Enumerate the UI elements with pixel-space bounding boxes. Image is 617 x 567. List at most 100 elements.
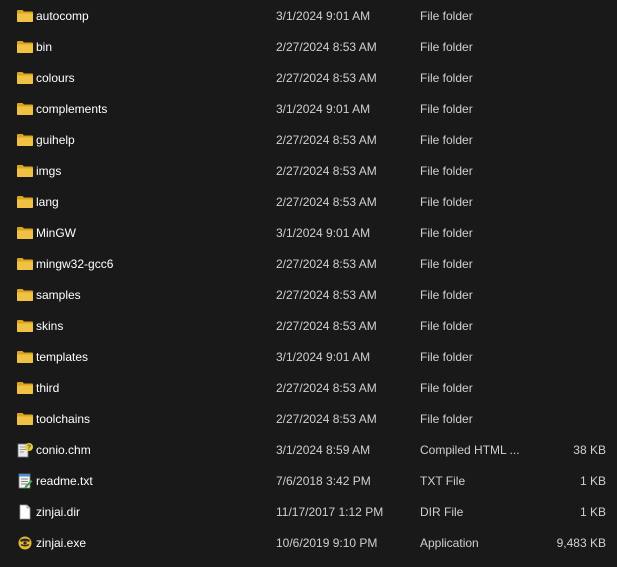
- file-icon-cell: [16, 528, 34, 559]
- file-name: imgs: [36, 164, 62, 178]
- file-type: File folder: [420, 381, 473, 395]
- file-row[interactable]: third 2/27/2024 8:53 AM File folder: [0, 373, 617, 404]
- file-row[interactable]: zinjai.exe 10/6/2019 9:10 PM Application 9,…: [0, 528, 617, 559]
- file-icon-cell: [16, 342, 34, 373]
- folder-icon: [16, 256, 34, 272]
- text-file-icon: [16, 473, 34, 489]
- folder-icon: [16, 70, 34, 86]
- folder-icon: [16, 132, 34, 148]
- file-date-modified: 2/27/2024 8:53 AM: [276, 319, 377, 333]
- file-date-modified: 3/1/2024 9:01 AM: [276, 226, 371, 240]
- file-row[interactable]: imgs 2/27/2024 8:53 AM File folder: [0, 156, 617, 187]
- file-row[interactable]: skins 2/27/2024 8:53 AM File folder: [0, 311, 617, 342]
- file-name: third: [36, 381, 60, 395]
- file-size: [530, 342, 606, 373]
- folder-icon: [16, 380, 34, 396]
- file-type: File folder: [420, 257, 473, 271]
- file-icon-cell: [16, 497, 34, 528]
- file-size: [530, 125, 606, 156]
- file-size: [530, 249, 606, 280]
- file-row[interactable]: templates 3/1/2024 9:01 AM File folder: [0, 342, 617, 373]
- file-date-modified: 2/27/2024 8:53 AM: [276, 381, 377, 395]
- file-name: toolchains: [36, 412, 91, 426]
- file-date-modified: 2/27/2024 8:53 AM: [276, 133, 377, 147]
- file-row[interactable]: colours 2/27/2024 8:53 AM File folder: [0, 63, 617, 94]
- file-size: [530, 156, 606, 187]
- file-icon-cell: [16, 311, 34, 342]
- file-size: [530, 280, 606, 311]
- file-row[interactable]: toolchains 2/27/2024 8:53 AM File folder: [0, 404, 617, 435]
- file-date-modified: 3/1/2024 9:01 AM: [276, 350, 371, 364]
- file-row[interactable]: MinGW 3/1/2024 9:01 AM File folder: [0, 218, 617, 249]
- file-size: [530, 32, 606, 63]
- file-name: conio.chm: [36, 443, 91, 457]
- file-date-modified: 2/27/2024 8:53 AM: [276, 288, 377, 302]
- file-row[interactable]: complements 3/1/2024 9:01 AM File folder: [0, 94, 617, 125]
- file-icon-cell: [16, 280, 34, 311]
- file-icon-cell: [16, 187, 34, 218]
- file-icon-cell: ?: [16, 435, 34, 466]
- file-size: [530, 1, 606, 32]
- file-type: File folder: [420, 288, 473, 302]
- file-type: File folder: [420, 133, 473, 147]
- file-size: [530, 94, 606, 125]
- file-size: 9,483 KB: [556, 536, 606, 550]
- file-type: File folder: [420, 164, 473, 178]
- file-icon-cell: [16, 466, 34, 497]
- file-date-modified: 7/6/2018 3:42 PM: [276, 474, 371, 488]
- file-row[interactable]: readme.txt 7/6/2018 3:42 PM TXT File 1 KB: [0, 466, 617, 497]
- file-icon-cell: [16, 156, 34, 187]
- file-date-modified: 2/27/2024 8:53 AM: [276, 195, 377, 209]
- chm-help-icon: ?: [16, 442, 34, 458]
- file-date-modified: 11/17/2017 1:12 PM: [276, 505, 384, 519]
- folder-icon: [16, 349, 34, 365]
- folder-icon: [16, 318, 34, 334]
- file-row[interactable]: lang 2/27/2024 8:53 AM File folder: [0, 187, 617, 218]
- file-name: colours: [36, 71, 75, 85]
- file-name: autocomp: [36, 9, 89, 23]
- file-name: MinGW: [36, 226, 76, 240]
- folder-icon: [16, 194, 34, 210]
- file-row[interactable]: guihelp 2/27/2024 8:53 AM File folder: [0, 125, 617, 156]
- file-date-modified: 2/27/2024 8:53 AM: [276, 164, 377, 178]
- file-list: autocomp 3/1/2024 9:01 AM File folder bin 2/…: [0, 1, 617, 559]
- file-icon-cell: [16, 249, 34, 280]
- folder-icon: [16, 8, 34, 24]
- file-type: DIR File: [420, 505, 464, 519]
- file-row[interactable]: mingw32-gcc6 2/27/2024 8:53 AM File folder: [0, 249, 617, 280]
- file-date-modified: 3/1/2024 9:01 AM: [276, 9, 371, 23]
- file-size: [530, 63, 606, 94]
- file-row[interactable]: bin 2/27/2024 8:53 AM File folder: [0, 32, 617, 63]
- folder-icon: [16, 225, 34, 241]
- file-size: [530, 187, 606, 218]
- file-row[interactable]: autocomp 3/1/2024 9:01 AM File folder: [0, 1, 617, 32]
- file-size: 38 KB: [573, 443, 606, 457]
- file-type: TXT File: [420, 474, 466, 488]
- file-size: [530, 218, 606, 249]
- file-type: File folder: [420, 195, 473, 209]
- file-type: File folder: [420, 319, 473, 333]
- file-date-modified: 3/1/2024 9:01 AM: [276, 102, 371, 116]
- file-row[interactable]: zinjai.dir 11/17/2017 1:12 PM DIR File 1 KB: [0, 497, 617, 528]
- file-name: skins: [36, 319, 64, 333]
- file-size: [530, 311, 606, 342]
- file-date-modified: 2/27/2024 8:53 AM: [276, 71, 377, 85]
- file-name: readme.txt: [36, 474, 93, 488]
- file-type: File folder: [420, 102, 473, 116]
- file-name: guihelp: [36, 133, 75, 147]
- file-date-modified: 2/27/2024 8:53 AM: [276, 257, 377, 271]
- folder-icon: [16, 411, 34, 427]
- file-date-modified: 2/27/2024 8:53 AM: [276, 40, 377, 54]
- file-name: zinjai.dir: [36, 505, 81, 519]
- file-size: 1 KB: [579, 505, 606, 519]
- file-icon-cell: [16, 63, 34, 94]
- file-row[interactable]: ? conio.chm 3/1/2024 8:59 AM Compiled HTML …: [0, 435, 617, 466]
- file-row[interactable]: samples 2/27/2024 8:53 AM File folder: [0, 280, 617, 311]
- file-name: lang: [36, 195, 59, 209]
- folder-icon: [16, 287, 34, 303]
- svg-text:?: ?: [27, 445, 31, 452]
- folder-icon: [16, 39, 34, 55]
- file-name: complements: [36, 102, 108, 116]
- file-type: File folder: [420, 9, 473, 23]
- file-icon-cell: [16, 125, 34, 156]
